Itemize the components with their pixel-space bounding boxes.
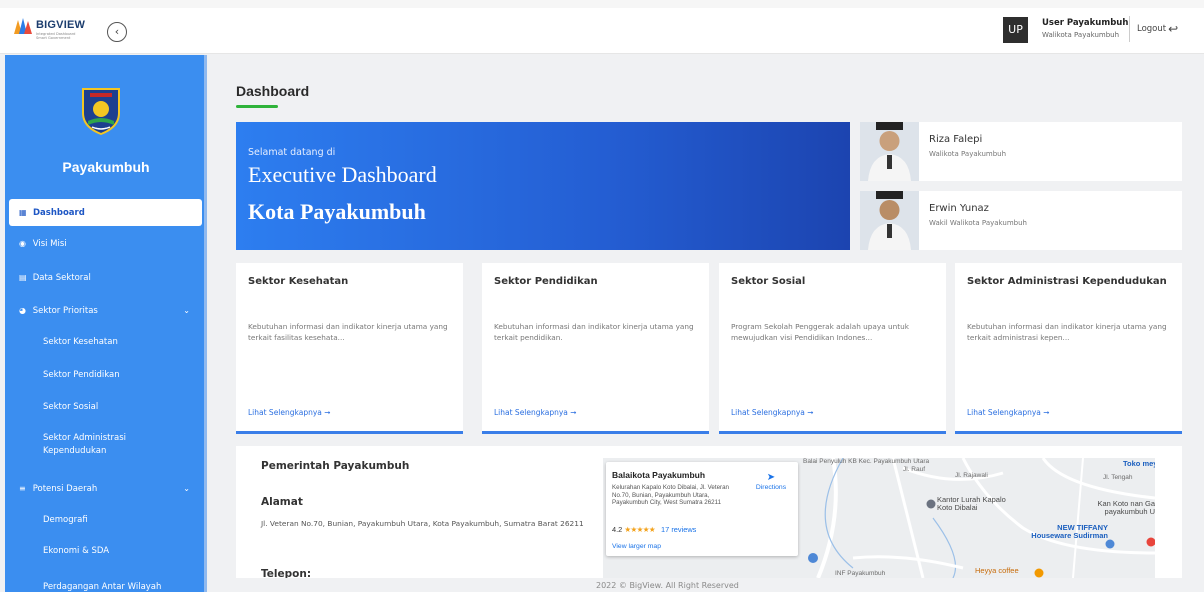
sidebar-item-label: Dashboard [32, 208, 85, 218]
brand-tagline: Integrated Dashboard Smart Government [36, 32, 76, 40]
sector-card-sosial: Sektor Sosial Program Sekolah Penggerak … [719, 263, 946, 434]
card-more-link[interactable]: Lihat Selengkapnya ➞ [731, 408, 814, 417]
page-title: Dashboard [236, 83, 310, 99]
avatar[interactable]: UP [1003, 17, 1028, 43]
view-larger-map-link[interactable]: View larger map [612, 543, 661, 550]
sidebar-subitem-sektor-kesehatan[interactable]: Sektor Kesehatan [9, 336, 202, 349]
org-name: Pemerintah Payakumbuh [261, 460, 410, 472]
sidebar-subitem-demografi[interactable]: Demografi [9, 514, 202, 527]
user-name: User Payakumbuh [1042, 18, 1129, 28]
official-name: Erwin Yunaz [929, 203, 989, 214]
map-label-kantor: Kantor Lurah Kapalo Koto Dibalai [937, 495, 1006, 512]
city-emblem-icon [82, 88, 120, 135]
sidebar-subitem-sektor-sosial[interactable]: Sektor Sosial [9, 401, 202, 414]
sidebar: Payakumbuh ▦ Dashboard ◉ Visi Misi ▤ Dat… [5, 55, 207, 592]
grid-icon: ▦ [19, 208, 27, 217]
banner-greeting: Selamat datang di [248, 147, 336, 158]
official-role: Walikota Payakumbuh [929, 150, 1007, 158]
map-label-balai: Balai Penyuluh KB Kec. Payakumbuh Utara [803, 458, 930, 465]
map-label-rauf: Jl. Rauf [903, 466, 926, 473]
sidebar-item-label: Data Sektoral [32, 273, 91, 283]
map-place-name: Balaikota Payakumbuh [612, 470, 706, 480]
star-rating-icon: ★★★★★ [624, 525, 655, 534]
map-rating: 4.2 ★★★★★ 17 reviews [612, 525, 696, 534]
sidebar-subitem-sektor-administrasi[interactable]: Sektor Administrasi Kependudukan [9, 432, 159, 458]
rating-value: 4.2 [612, 525, 623, 534]
sector-card-administrasi: Sektor Administrasi Kependudukan Kebutuh… [955, 263, 1182, 434]
sidebar-item-potensi-daerah[interactable]: ≡ Potensi Daerah ⌄ [9, 475, 202, 502]
map-label-rajawali: Jl. Rajawali [955, 472, 988, 479]
map-label-tengah: Jl. Tengah [1103, 474, 1133, 481]
chevron-left-icon: ‹ [114, 25, 120, 38]
sidebar-item-label: Visi Misi [32, 239, 67, 249]
directions-button[interactable]: ➤ Directions [751, 472, 791, 491]
sidebar-item-visi-misi[interactable]: ◉ Visi Misi [9, 230, 202, 257]
card-more-link[interactable]: Lihat Selengkapnya ➞ [967, 408, 1050, 417]
title-underline [236, 105, 278, 108]
sidebar-item-dashboard[interactable]: ▦ Dashboard [9, 199, 202, 226]
map-label-toko: Toko meys [1123, 459, 1155, 468]
logout-label: Logout [1137, 24, 1167, 34]
official-name: Riza Falepi [929, 134, 983, 145]
map-label-inf: INF Payakumbuh [835, 570, 886, 577]
sector-card-pendidikan: Sektor Pendidikan Kebutuhan informasi da… [482, 263, 709, 434]
target-icon: ◉ [19, 239, 26, 248]
sidebar-item-label: Sektor Prioritas [32, 306, 98, 316]
sector-card-kesehatan: Sektor Kesehatan Kebutuhan informasi dan… [236, 263, 463, 434]
sidebar-item-data-sektoral[interactable]: ▤ Data Sektoral [9, 264, 202, 291]
card-more-link[interactable]: Lihat Selengkapnya ➞ [248, 408, 331, 417]
card-more-link[interactable]: Lihat Selengkapnya ➞ [494, 408, 577, 417]
chevron-down-icon: ⌄ [183, 306, 190, 315]
official-card-mayor: Riza Falepi Walikota Payakumbuh [860, 122, 1182, 181]
sidebar-subitem-sektor-pendidikan[interactable]: Sektor Pendidikan [9, 369, 202, 382]
map-label-heyya: Heyya coffee [975, 566, 1019, 575]
map-place-address: Kelurahan Kapalo Koto Dibalai, Jl. Veter… [612, 484, 729, 507]
phone-heading: Telepon: [261, 568, 312, 578]
card-title: Sektor Sosial [731, 276, 806, 287]
vice-mayor-photo [860, 191, 919, 250]
location-map[interactable]: Balai Penyuluh KB Kec. Payakumbuh Utara … [603, 458, 1155, 578]
pie-chart-icon: ◕ [19, 306, 26, 315]
divider [1129, 16, 1130, 42]
map-label-kan-koto: Kan Koto nan Ga payakumbuh U [1097, 499, 1155, 516]
card-title: Sektor Kesehatan [248, 276, 349, 287]
mayor-photo [860, 122, 919, 181]
user-role: Walikota Payakumbuh [1042, 31, 1120, 39]
card-description: Kebutuhan informasi dan indikator kinerj… [967, 322, 1167, 342]
address-heading: Alamat [261, 496, 303, 508]
logout-button[interactable]: Logout ↩ [1137, 22, 1178, 36]
welcome-banner: Selamat datang di Executive Dashboard Ko… [236, 122, 850, 250]
card-title: Sektor Pendidikan [494, 276, 598, 287]
bigview-logo-icon [14, 18, 32, 34]
card-title: Sektor Administrasi Kependudukan [967, 276, 1167, 287]
banner-city: Kota Payakumbuh [248, 199, 426, 224]
collapse-sidebar-button[interactable]: ‹ [107, 22, 127, 42]
top-bar: BIGVIEW Integrated Dashboard Smart Gover… [0, 0, 1204, 54]
chevron-down-icon: ⌄ [183, 484, 190, 493]
card-description: Kebutuhan informasi dan indikator kinerj… [494, 322, 694, 342]
brand-name: BIGVIEW [36, 19, 86, 31]
map-place-card: Balaikota Payakumbuh Kelurahan Kapalo Ko… [606, 462, 798, 556]
directions-icon: ➤ [766, 472, 776, 483]
info-panel: Pemerintah Payakumbuh Alamat Jl. Veteran… [236, 446, 1182, 578]
map-label-tiffany: NEW TIFFANY Houseware Sudirman [1031, 523, 1108, 540]
logout-icon: ↩ [1168, 22, 1179, 36]
layers-icon: ≡ [19, 484, 26, 493]
reviews-link[interactable]: 17 reviews [661, 525, 696, 534]
card-description: Program Sekolah Penggerak adalah upaya u… [731, 322, 909, 342]
address-text: Jl. Veteran No.70, Bunian, Payakumbuh Ut… [261, 519, 584, 528]
footer-copyright: 2022 © BigView. All Right Reserved [596, 581, 739, 590]
sidebar-subitem-perdagangan[interactable]: Perdagangan Antar Wilayah [9, 581, 202, 592]
table-icon: ▤ [19, 273, 27, 282]
sidebar-item-sektor-prioritas[interactable]: ◕ Sektor Prioritas ⌄ [9, 297, 202, 324]
directions-label: Directions [755, 484, 787, 491]
official-role: Wakil Walikota Payakumbuh [929, 219, 1027, 227]
sidebar-city-name: Payakumbuh [62, 159, 150, 175]
banner-title: Executive Dashboard [248, 162, 437, 187]
sidebar-subitem-ekonomi-sda[interactable]: Ekonomi & SDA [9, 545, 202, 558]
sidebar-item-label: Potensi Daerah [32, 484, 98, 494]
card-description: Kebutuhan informasi dan indikator kinerj… [248, 322, 448, 342]
official-card-vice-mayor: Erwin Yunaz Wakil Walikota Payakumbuh [860, 191, 1182, 250]
